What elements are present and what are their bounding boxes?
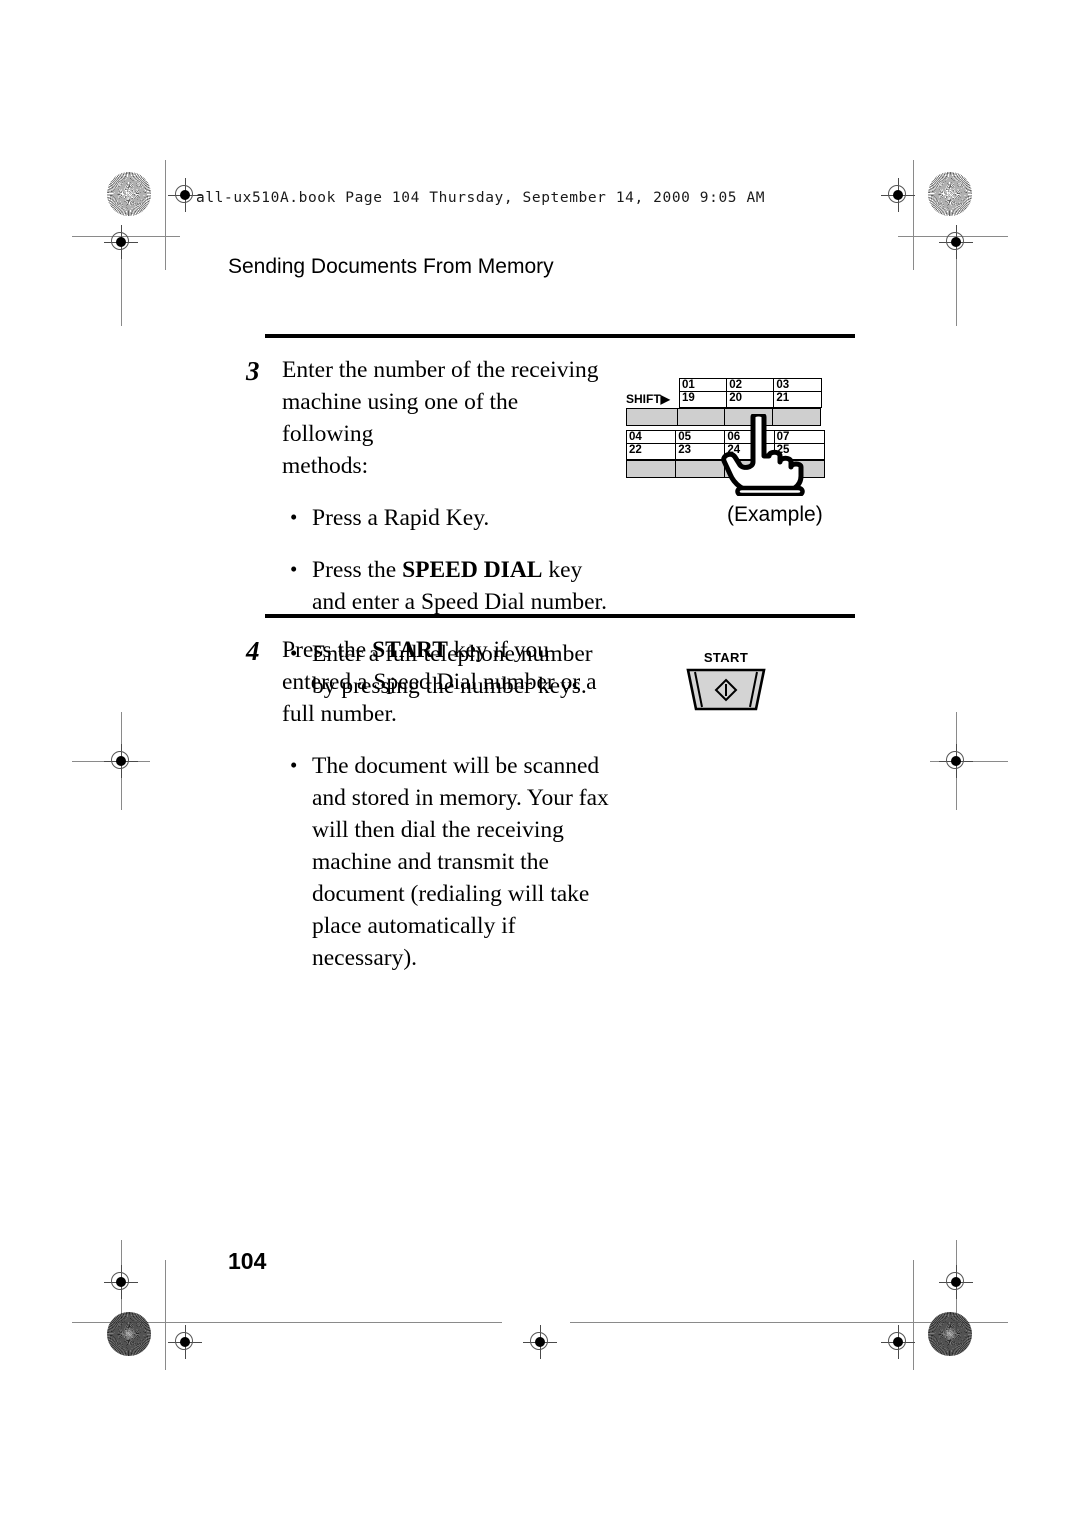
step-4-body: Press the START key if you entered a Spe… bbox=[282, 634, 612, 974]
manual-page: all-ux510A.book Page 104 Thursday, Septe… bbox=[0, 0, 1080, 1528]
registration-crosshair-mid-left bbox=[104, 744, 138, 778]
registration-crosshair-bottom-right-outer bbox=[881, 1325, 915, 1359]
registration-rosette-bottom-left bbox=[107, 1312, 151, 1356]
speed-dial-key-name: SPEED DIAL bbox=[402, 557, 543, 583]
page-number: 104 bbox=[228, 1248, 267, 1274]
start-key-button[interactable] bbox=[676, 667, 776, 713]
registration-rosette-top-left bbox=[107, 172, 151, 216]
rapid-key-label-cell: 03 21 bbox=[773, 378, 823, 408]
rapid-key-number-upper: 01 bbox=[680, 379, 727, 392]
registration-crosshair-bottom-left-outer bbox=[168, 1325, 202, 1359]
rapid-key-number-lower: 21 bbox=[776, 392, 790, 404]
step-4-intro: Press the START key if you entered a Spe… bbox=[282, 634, 612, 730]
rapid-key-row-1-labels: 01 19 02 20 03 21 bbox=[679, 378, 823, 408]
step-3-bullet-1-text: Press a Rapid Key. bbox=[312, 505, 490, 531]
rapid-key-04[interactable] bbox=[626, 460, 677, 478]
step-4-bullet-list: The document will be scanned and stored … bbox=[282, 749, 612, 974]
rapid-key-number-lower: 19 bbox=[682, 392, 695, 404]
step-3-bullet-1: Press a Rapid Key. bbox=[282, 501, 612, 534]
rapid-key-label-cell: 04 22 bbox=[626, 430, 677, 460]
registration-crosshair-bottom-left bbox=[104, 1265, 138, 1299]
step-3-intro-line-1: Enter the number of the receiving bbox=[282, 357, 599, 383]
step-4-intro-text-a: Press the bbox=[282, 637, 373, 663]
registration-crosshair-upper-right bbox=[939, 225, 973, 259]
rapid-key-number-lower: 22 bbox=[629, 444, 642, 456]
step-4-number: 4 bbox=[246, 636, 260, 666]
shift-label-text: SHIFT bbox=[626, 392, 661, 406]
registration-crosshair-mid-right bbox=[939, 744, 973, 778]
start-key-label: START bbox=[703, 650, 749, 665]
registration-rosette-bottom-right bbox=[928, 1312, 972, 1356]
trim-line-right-vertical bbox=[913, 160, 914, 270]
rapid-key-label-cell: 01 19 bbox=[679, 378, 728, 408]
registration-crosshair-top-right bbox=[881, 178, 915, 212]
step-3-intro-line-2: machine using one of the following bbox=[282, 389, 519, 447]
shift-key[interactable] bbox=[626, 408, 679, 426]
trim-line-left-vertical-bottom bbox=[165, 1260, 166, 1370]
example-caption: (Example) bbox=[727, 503, 823, 526]
shift-arrow-icon: ▶ bbox=[660, 392, 670, 406]
trim-line-left-vertical bbox=[165, 160, 166, 270]
running-head-title: Sending Documents From Memory bbox=[228, 255, 554, 278]
step-3-bullet-2-text-a: Press the bbox=[312, 557, 403, 583]
registration-crosshair-upper-left bbox=[104, 225, 138, 259]
rapid-key-number-upper: 02 bbox=[727, 379, 775, 392]
step-4-bullet-1: The document will be scanned and stored … bbox=[282, 749, 612, 974]
rapid-key-number-upper: 04 bbox=[627, 431, 676, 444]
section-rule-top bbox=[265, 334, 855, 338]
step-3-bullet-2: Press the SPEED DIAL key and enter a Spe… bbox=[282, 553, 612, 618]
start-key-name: START bbox=[372, 637, 448, 663]
step-4-bullet-1-text: The document will be scanned and stored … bbox=[312, 753, 609, 971]
rapid-key-number-lower: 20 bbox=[729, 392, 742, 404]
start-key-figure: START bbox=[676, 650, 776, 712]
registration-crosshair-bottom-right bbox=[939, 1265, 973, 1299]
rapid-key-label-cell: 02 20 bbox=[726, 378, 776, 408]
pointing-hand-icon bbox=[721, 414, 805, 496]
file-slug-line: all-ux510A.book Page 104 Thursday, Septe… bbox=[196, 190, 766, 206]
section-rule-middle bbox=[265, 614, 855, 618]
step-3-intro-line-3: methods: bbox=[282, 453, 369, 479]
shift-label: SHIFT▶ bbox=[626, 392, 670, 406]
rapid-key-number-upper: 03 bbox=[774, 379, 822, 392]
registration-rosette-top-right bbox=[928, 172, 972, 216]
registration-crosshair-bottom-center bbox=[523, 1325, 557, 1359]
step-3-number: 3 bbox=[246, 356, 260, 386]
